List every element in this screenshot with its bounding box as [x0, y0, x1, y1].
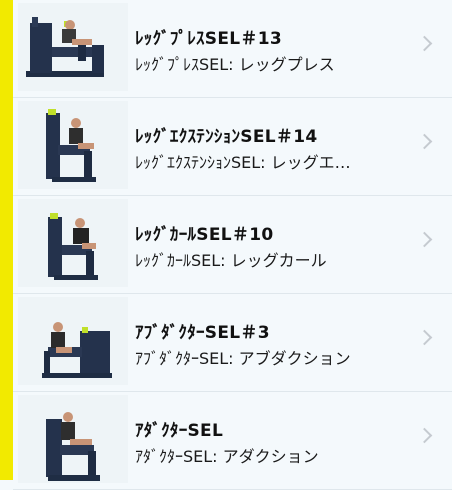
item-subtitle: ﾚｯｸﾞﾌﾟﾚｽSEL: レッグプレス: [135, 55, 335, 74]
leg-press-machine-image: [18, 3, 128, 91]
accent-bar: [0, 0, 13, 480]
item-title: ﾚｯｸﾞﾌﾟﾚｽSEL＃13: [135, 29, 282, 49]
leg-extension-machine-image: [18, 101, 128, 189]
item-title: ｱﾌﾞﾀﾞｸﾀｰSEL＃3: [135, 323, 270, 343]
list-item[interactable]: ﾚｯｸﾞﾌﾟﾚｽSEL＃13 ﾚｯｸﾞﾌﾟﾚｽSEL: レッグプレス: [13, 0, 452, 98]
item-title: ﾚｯｸﾞｴｸｽﾃﾝｼｮﾝSEL＃14: [135, 127, 318, 147]
abductor-machine-image: [18, 297, 128, 385]
item-subtitle: ﾚｯｸﾞｴｸｽﾃﾝｼｮﾝSEL: レッグエ…: [135, 153, 351, 172]
chevron-right-icon: [416, 427, 433, 444]
list-item[interactable]: ﾚｯｸﾞｶｰﾙSEL＃10 ﾚｯｸﾞｶｰﾙSEL: レッグカール: [13, 196, 452, 294]
adductor-machine-image: [18, 395, 128, 483]
list-item[interactable]: ﾚｯｸﾞｴｸｽﾃﾝｼｮﾝSEL＃14 ﾚｯｸﾞｴｸｽﾃﾝｼｮﾝSEL: レッグエ…: [13, 98, 452, 196]
chevron-right-icon: [416, 329, 433, 346]
item-title: ｱﾀﾞｸﾀｰSEL: [135, 421, 224, 441]
chevron-right-icon: [416, 133, 433, 150]
chevron-right-icon: [416, 35, 433, 52]
item-subtitle: ｱﾀﾞｸﾀｰSEL: アダクション: [135, 447, 319, 466]
list-item[interactable]: ｱﾌﾞﾀﾞｸﾀｰSEL＃3 ｱﾌﾞﾀﾞｸﾀｰSEL: アブダクション: [13, 294, 452, 392]
item-subtitle: ｱﾌﾞﾀﾞｸﾀｰSEL: アブダクション: [135, 349, 351, 368]
chevron-right-icon: [416, 231, 433, 248]
machine-list: ﾚｯｸﾞﾌﾟﾚｽSEL＃13 ﾚｯｸﾞﾌﾟﾚｽSEL: レッグプレス ﾚｯｸﾞｴ…: [13, 0, 452, 490]
list-item[interactable]: ｱﾀﾞｸﾀｰSEL ｱﾀﾞｸﾀｰSEL: アダクション: [13, 392, 452, 490]
leg-curl-machine-image: [18, 199, 128, 287]
item-title: ﾚｯｸﾞｶｰﾙSEL＃10: [135, 225, 274, 245]
item-subtitle: ﾚｯｸﾞｶｰﾙSEL: レッグカール: [135, 251, 327, 270]
